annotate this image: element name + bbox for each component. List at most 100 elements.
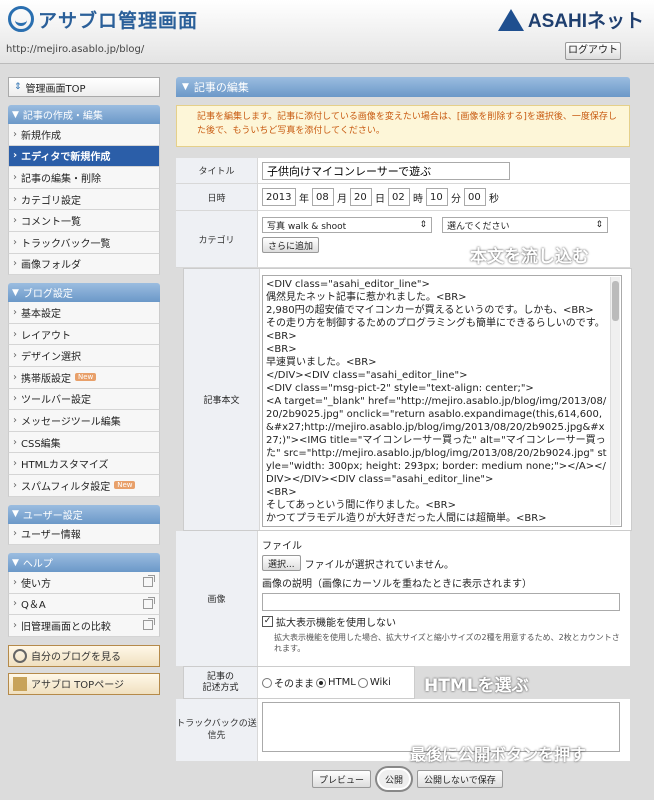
main-content: ▼ 記事の編集 記事を編集します。記事に添付している画像を変えたい場合は、[画像… xyxy=(176,77,630,147)
year-field[interactable]: 2013 xyxy=(262,188,296,206)
body-textarea[interactable]: <DIV class="asahi_editor_line"> 偶然見たネット記事… xyxy=(262,275,622,527)
radio-label: そのまま xyxy=(274,679,314,690)
body-text-line: かつてプラモデル造りが大好きだった人間には超簡単。<BR> xyxy=(266,513,547,524)
sidebar-item[interactable]: カテゴリ設定 xyxy=(8,188,160,211)
hour-field[interactable]: 02 xyxy=(388,188,410,206)
day-field[interactable]: 20 xyxy=(350,188,372,206)
format-row: 記事の 記述方式 そのまま HTML Wiki xyxy=(183,666,415,699)
radio-button[interactable] xyxy=(316,677,326,688)
category-select-value: 写真 walk & shoot xyxy=(267,221,347,232)
sidebar-item-label: デザイン選択 xyxy=(21,352,81,364)
sidebar-section-header[interactable]: ▼ ブログ設定 xyxy=(8,283,160,303)
sidebar-item-label: メッセージツール編集 xyxy=(21,416,121,428)
sidebar-item[interactable]: 画像フォルダ xyxy=(8,253,160,276)
blog-url[interactable]: http://mejiro.asablo.jp/blog/ xyxy=(6,44,144,55)
category-select-2[interactable]: 選んでください ⇕ xyxy=(442,217,608,233)
up-arrow-icon xyxy=(13,676,27,691)
image-row: 画像 ファイル 選択... ファイルが選択されていません。 画像の説明（画像にカ… xyxy=(176,531,630,666)
textarea-scrollbar[interactable] xyxy=(610,277,620,525)
sidebar-item[interactable]: 新規作成 xyxy=(8,124,160,146)
format-radio-option[interactable]: そのまま xyxy=(262,675,314,690)
zoom-checkbox[interactable]: ✓ xyxy=(262,616,273,627)
title-input[interactable] xyxy=(262,161,510,180)
sidebar-top-link[interactable]: ⇕ 管理画面TOP xyxy=(8,77,160,97)
sidebar-item[interactable]: 記事の編集・削除 xyxy=(8,167,160,189)
brand-name: ASAHIネット xyxy=(527,11,644,32)
category-select-2-value: 選んでください xyxy=(447,221,510,232)
minute-field[interactable]: 10 xyxy=(426,188,448,206)
save-draft-button[interactable]: 公開しないで保存 xyxy=(417,770,503,788)
magnifier-icon xyxy=(13,648,27,663)
file-label: ファイル xyxy=(262,541,302,552)
sidebar-item[interactable]: スパムフィルタ設定New xyxy=(8,474,160,497)
scrollbar-thumb[interactable] xyxy=(612,281,619,321)
app-title: アサブロ管理画面 xyxy=(38,9,199,32)
sidebar-item[interactable]: 携帯版設定 New xyxy=(8,366,160,389)
sidebar-item[interactable]: 旧管理画面との比較 xyxy=(8,615,160,637)
sidebar-item[interactable]: レイアウト xyxy=(8,323,160,346)
sidebar-section-header[interactable]: ▼ 記事の作成・編集 xyxy=(8,105,160,124)
title-label: タイトル xyxy=(176,158,258,183)
body-text-line: <DIV class="asahi_editor_line"> xyxy=(266,279,430,290)
body-text-line: そしてあっという間に作りました。<BR> xyxy=(266,500,456,511)
sidebar-section-header[interactable]: ▼ ヘルプ xyxy=(8,553,160,573)
second-unit: 秒 xyxy=(489,193,499,205)
sidebar-item-label: HTMLカスタマイズ xyxy=(21,460,109,472)
sidebar-section-header[interactable]: ▼ ユーザー設定 xyxy=(8,504,160,524)
add-category-button[interactable]: さらに追加 xyxy=(262,237,320,253)
sidebar-section-title: ヘルプ xyxy=(22,559,53,571)
external-link-icon xyxy=(143,596,155,609)
sidebar-item-label: 使い方 xyxy=(21,578,51,590)
sidebar-item[interactable]: ユーザー情報 xyxy=(8,523,160,546)
view-blog-label: 自分のブログを見る xyxy=(31,652,121,664)
logout-button[interactable]: ログアウト xyxy=(565,42,621,60)
external-link-icon xyxy=(143,618,155,631)
sidebar-item[interactable]: Q＆A xyxy=(8,593,160,616)
preview-button[interactable]: プレビュー xyxy=(312,770,372,788)
sidebar-item[interactable]: デザイン選択 xyxy=(8,345,160,367)
sidebar-item[interactable]: コメント一覧 xyxy=(8,210,160,232)
brand-logo[interactable]: ASAHIネット xyxy=(497,6,644,33)
zoom-note: 拡大表示機能を使用した場合、拡大サイズと縮小サイズの2種を用意するため、2枚とカ… xyxy=(274,633,620,653)
radio-button[interactable] xyxy=(357,677,368,688)
sidebar-item-label: レイアウト xyxy=(21,330,71,342)
sidebar-item[interactable]: HTMLカスタマイズ xyxy=(8,453,160,475)
radio-button[interactable] xyxy=(262,677,272,688)
sidebar-item[interactable]: メッセージツール編集 xyxy=(8,410,160,432)
annotation-body: 本文を流し込む xyxy=(470,247,589,267)
view-blog-button[interactable]: 自分のブログを見る xyxy=(8,644,160,667)
sidebar-item[interactable]: 使い方 xyxy=(8,572,160,594)
asablo-top-button[interactable]: アサブロ TOPページ xyxy=(8,672,160,695)
chevron-down-icon: ▼ xyxy=(12,287,19,298)
file-select-button[interactable]: 選択... xyxy=(262,555,301,571)
format-label-2: 記述方式 xyxy=(202,682,239,693)
body-text-line: <DIV class="msg-pict-2" style="text-alig… xyxy=(266,383,534,394)
format-radio-option[interactable]: Wiki xyxy=(357,677,391,688)
format-radio-option[interactable]: HTML xyxy=(316,677,356,688)
sidebar-section: ▼ブログ設定基本設定レイアウトデザイン選択携帯版設定 New ツールバー設定メッセー… xyxy=(8,283,160,497)
sidebar-item-label: 画像フォルダ xyxy=(21,260,81,272)
body-text-line: 早速買いました。<BR> xyxy=(266,357,377,368)
body-text-line: 偶然見たネット記事に惹かれました。<BR> xyxy=(266,292,467,303)
category-select[interactable]: 写真 walk & shoot ⇕ xyxy=(262,217,432,233)
image-description-label: 画像の説明（画像にカーソルを重ねたときに表示されます） xyxy=(262,579,532,590)
month-field[interactable]: 08 xyxy=(312,188,334,206)
format-label-1: 記事の xyxy=(206,671,234,682)
sidebar-item-label: カテゴリ設定 xyxy=(21,195,81,207)
sidebar-item[interactable]: ツールバー設定 xyxy=(8,388,160,411)
sidebar-item-label: スパムフィルタ設定 xyxy=(21,481,111,493)
sidebar-section: ▼ヘルプ使い方 Q＆A 旧管理画面との比較 xyxy=(8,553,160,637)
sidebar-item[interactable]: CSS編集 xyxy=(8,431,160,454)
second-field[interactable]: 00 xyxy=(464,188,486,206)
app-logo[interactable]: アサブロ管理画面 xyxy=(8,6,218,32)
format-label: 記事の 記述方式 xyxy=(184,667,258,698)
image-description-input[interactable] xyxy=(262,593,620,611)
publish-button[interactable]: 公開 xyxy=(377,768,412,790)
zoom-checkbox-label: 拡大表示機能を使用しない xyxy=(276,618,396,629)
sidebar-item[interactable]: エディタで新規作成 xyxy=(8,145,160,168)
sidebar-item-label: 携帯版設定 xyxy=(21,373,71,385)
chevron-down-icon: ▼ xyxy=(12,557,19,568)
category-label: カテゴリ xyxy=(176,211,258,267)
sidebar-item[interactable]: 基本設定 xyxy=(8,302,160,324)
sidebar-item[interactable]: トラックバック一覧 xyxy=(8,231,160,254)
